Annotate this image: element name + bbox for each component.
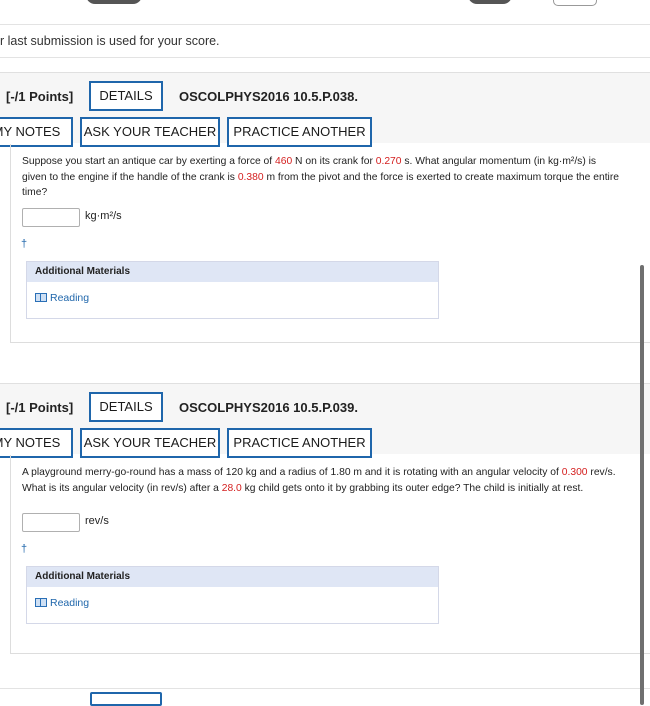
top-fragment-right xyxy=(468,0,512,4)
question-text-part: kg child gets onto it by grabbing its ou… xyxy=(241,482,584,494)
divider xyxy=(0,688,650,689)
question-points: [-/1 Points] xyxy=(6,400,74,415)
next-details-button[interactable] xyxy=(90,692,162,706)
ask-your-teacher-button[interactable]: ASK YOUR TEACHER xyxy=(80,428,220,458)
question-id: OSCOLPHYS2016 10.5.P.038. xyxy=(179,89,358,104)
submission-notice: r last submission is used for your score… xyxy=(0,34,220,48)
top-fragment-left xyxy=(86,0,142,4)
practice-another-button[interactable]: PRACTICE ANOTHER xyxy=(227,428,372,458)
question-text: A playground merry-go-round has a mass o… xyxy=(22,465,642,496)
question-block: [-/1 Points] DETAILS OSCOLPHYS2016 10.5.… xyxy=(0,383,650,654)
top-fragment-button[interactable] xyxy=(553,0,597,6)
question-header: [-/1 Points] DETAILS OSCOLPHYS2016 10.5.… xyxy=(0,72,650,147)
given-value: 0.270 xyxy=(375,156,402,167)
answer-input[interactable] xyxy=(22,208,80,227)
question-text-part: N on its crank for xyxy=(292,156,376,167)
practice-another-button[interactable]: PRACTICE ANOTHER xyxy=(227,117,372,147)
details-button[interactable]: DETAILS xyxy=(89,392,163,422)
additional-materials-panel: Additional Materials Reading xyxy=(26,566,439,624)
my-notes-button[interactable]: MY NOTES xyxy=(0,428,73,458)
answer-input[interactable] xyxy=(22,513,80,532)
given-value: 460 xyxy=(275,156,293,167)
question-body: Suppose you start an antique car by exer… xyxy=(10,144,650,343)
dagger-mark: † xyxy=(21,543,28,555)
details-button[interactable]: DETAILS xyxy=(89,81,163,111)
question-text: Suppose you start an antique car by exer… xyxy=(22,154,622,201)
reading-link[interactable]: Reading xyxy=(35,597,89,609)
question-points: [-/1 Points] xyxy=(6,89,74,104)
reading-label[interactable]: Reading xyxy=(50,597,89,609)
question-body: A playground merry-go-round has a mass o… xyxy=(10,455,650,654)
reading-link[interactable]: Reading xyxy=(35,292,89,304)
divider xyxy=(0,57,650,58)
given-value: 0.300 xyxy=(561,467,588,478)
book-icon xyxy=(35,598,47,607)
question-id: OSCOLPHYS2016 10.5.P.039. xyxy=(179,400,358,415)
question-text-part: A playground merry-go-round has a mass o… xyxy=(22,467,562,478)
book-icon xyxy=(35,293,47,302)
dagger-mark: † xyxy=(21,238,28,250)
additional-materials-title: Additional Materials xyxy=(27,262,438,282)
ask-your-teacher-button[interactable]: ASK YOUR TEACHER xyxy=(80,117,220,147)
answer-unit: rev/s xyxy=(85,515,109,527)
divider xyxy=(0,24,650,25)
question-block: [-/1 Points] DETAILS OSCOLPHYS2016 10.5.… xyxy=(0,72,650,343)
given-value: 0.380 xyxy=(237,171,264,183)
question-header: [-/1 Points] DETAILS OSCOLPHYS2016 10.5.… xyxy=(0,383,650,458)
given-value: 28.0 xyxy=(221,482,242,494)
my-notes-button[interactable]: MY NOTES xyxy=(0,117,73,147)
additional-materials-title: Additional Materials xyxy=(27,567,438,587)
question-text-part: Suppose you start an antique car by exer… xyxy=(22,156,275,167)
reading-label[interactable]: Reading xyxy=(50,292,89,304)
additional-materials-panel: Additional Materials Reading xyxy=(26,261,439,319)
answer-unit: kg·m²/s xyxy=(85,210,122,222)
scrollbar[interactable] xyxy=(640,265,644,705)
